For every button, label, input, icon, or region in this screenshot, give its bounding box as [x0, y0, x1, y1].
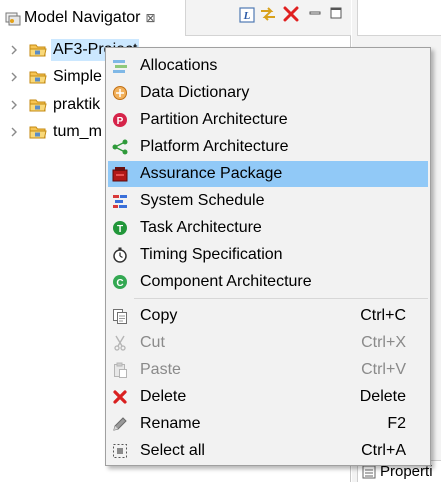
assurance-package-icon: [112, 166, 128, 182]
tree-item-label: Simple: [53, 68, 102, 85]
menu-item-label: Rename: [140, 415, 201, 432]
menu-item-label: Platform Architecture: [140, 138, 289, 155]
properties-icon: [362, 465, 376, 478]
view-header: Model Navigator ⊠ L: [0, 0, 351, 36]
svg-text:T: T: [117, 224, 123, 235]
menu-item-shortcut: Ctrl+X: [361, 334, 406, 351]
sync-icon[interactable]: [259, 5, 277, 23]
menu-item-label: Component Architecture: [140, 273, 312, 290]
menu-item-label: System Schedule: [140, 192, 265, 209]
close-view-icon[interactable]: ⊠: [146, 11, 156, 25]
maximize-icon[interactable]: [327, 4, 345, 22]
tree-item-label: tum_m: [53, 123, 102, 140]
menu-item-shortcut: Delete: [359, 388, 406, 405]
menu-item-select-all[interactable]: Select all Ctrl+A: [108, 438, 428, 464]
menu-item-cut[interactable]: Cut Ctrl+X: [108, 330, 428, 356]
menu-item-label: Paste: [140, 361, 181, 378]
menu-item-allocations[interactable]: Allocations: [108, 53, 428, 79]
delete-icon[interactable]: [282, 5, 300, 23]
platform-architecture-icon: [112, 139, 128, 155]
view-title: Model Navigator: [24, 9, 141, 26]
expand-arrow-icon[interactable]: [9, 100, 19, 110]
menu-item-label: Cut: [140, 334, 165, 351]
paste-icon: [112, 362, 128, 378]
menu-item-label: Partition Architecture: [140, 111, 288, 128]
menu-item-label: Task Architecture: [140, 219, 262, 236]
side-panel-header: [357, 0, 441, 36]
project-folder-icon: [29, 99, 47, 112]
menu-item-data-dictionary[interactable]: Data Dictionary: [108, 80, 428, 106]
model-navigator-tab[interactable]: Model Navigator ⊠: [0, 0, 186, 36]
menu-item-label: Allocations: [140, 57, 218, 74]
menu-item-system-schedule[interactable]: System Schedule: [108, 188, 428, 214]
menu-item-paste[interactable]: Paste Ctrl+V: [108, 357, 428, 383]
data-dictionary-icon: [112, 85, 128, 101]
menu-item-shortcut: Ctrl+V: [361, 361, 406, 378]
select-all-icon: [112, 443, 128, 459]
menu-item-label: Data Dictionary: [140, 84, 250, 101]
menu-item-label: Delete: [140, 388, 187, 405]
context-menu: Allocations Data Dictionary P Partition …: [105, 47, 431, 466]
menu-item-copy[interactable]: Copy Ctrl+C: [108, 303, 428, 329]
menu-item-timing-specification[interactable]: Timing Specification: [108, 242, 428, 268]
rename-icon: [112, 416, 128, 432]
link-with-editor-icon[interactable]: L: [238, 6, 256, 24]
menu-item-platform-architecture[interactable]: Platform Architecture: [108, 134, 428, 160]
project-folder-icon: [29, 126, 47, 139]
cut-icon: [112, 335, 128, 351]
menu-item-assurance-package[interactable]: Assurance Package: [108, 161, 428, 187]
menu-item-shortcut: Ctrl+A: [361, 442, 406, 459]
tree-item-label: praktik: [53, 96, 101, 113]
project-folder-icon: [29, 44, 47, 57]
menu-item-component-architecture[interactable]: C Component Architecture: [108, 269, 428, 295]
project-folder-icon: [29, 71, 47, 84]
menu-item-label: Assurance Package: [140, 165, 283, 182]
model-navigator-icon: [5, 10, 21, 26]
menu-item-shortcut: Ctrl+C: [360, 307, 406, 324]
menu-item-partition-architecture[interactable]: P Partition Architecture: [108, 107, 428, 133]
allocations-icon: [112, 58, 128, 74]
menu-item-delete[interactable]: Delete Delete: [108, 384, 428, 410]
menu-item-task-architecture[interactable]: T Task Architecture: [108, 215, 428, 241]
delete-icon: [112, 389, 128, 405]
expand-arrow-icon[interactable]: [9, 127, 19, 137]
partition-architecture-icon: P: [112, 112, 128, 128]
copy-icon: [112, 308, 128, 324]
system-schedule-icon: [112, 193, 128, 209]
svg-text:P: P: [117, 116, 124, 127]
menu-item-rename[interactable]: Rename F2: [108, 411, 428, 437]
task-architecture-icon: T: [112, 220, 128, 236]
expand-arrow-icon[interactable]: [9, 72, 19, 82]
menu-item-label: Select all: [140, 442, 205, 459]
menu-item-label: Copy: [140, 307, 178, 324]
svg-text:L: L: [243, 10, 251, 22]
menu-separator: [134, 298, 428, 299]
menu-item-shortcut: F2: [387, 415, 406, 432]
svg-text:C: C: [116, 278, 123, 289]
timing-specification-icon: [112, 247, 128, 263]
expand-arrow-icon[interactable]: [9, 45, 19, 55]
minimize-icon[interactable]: [306, 4, 324, 22]
component-architecture-icon: C: [112, 274, 128, 290]
menu-item-label: Timing Specification: [140, 246, 283, 263]
